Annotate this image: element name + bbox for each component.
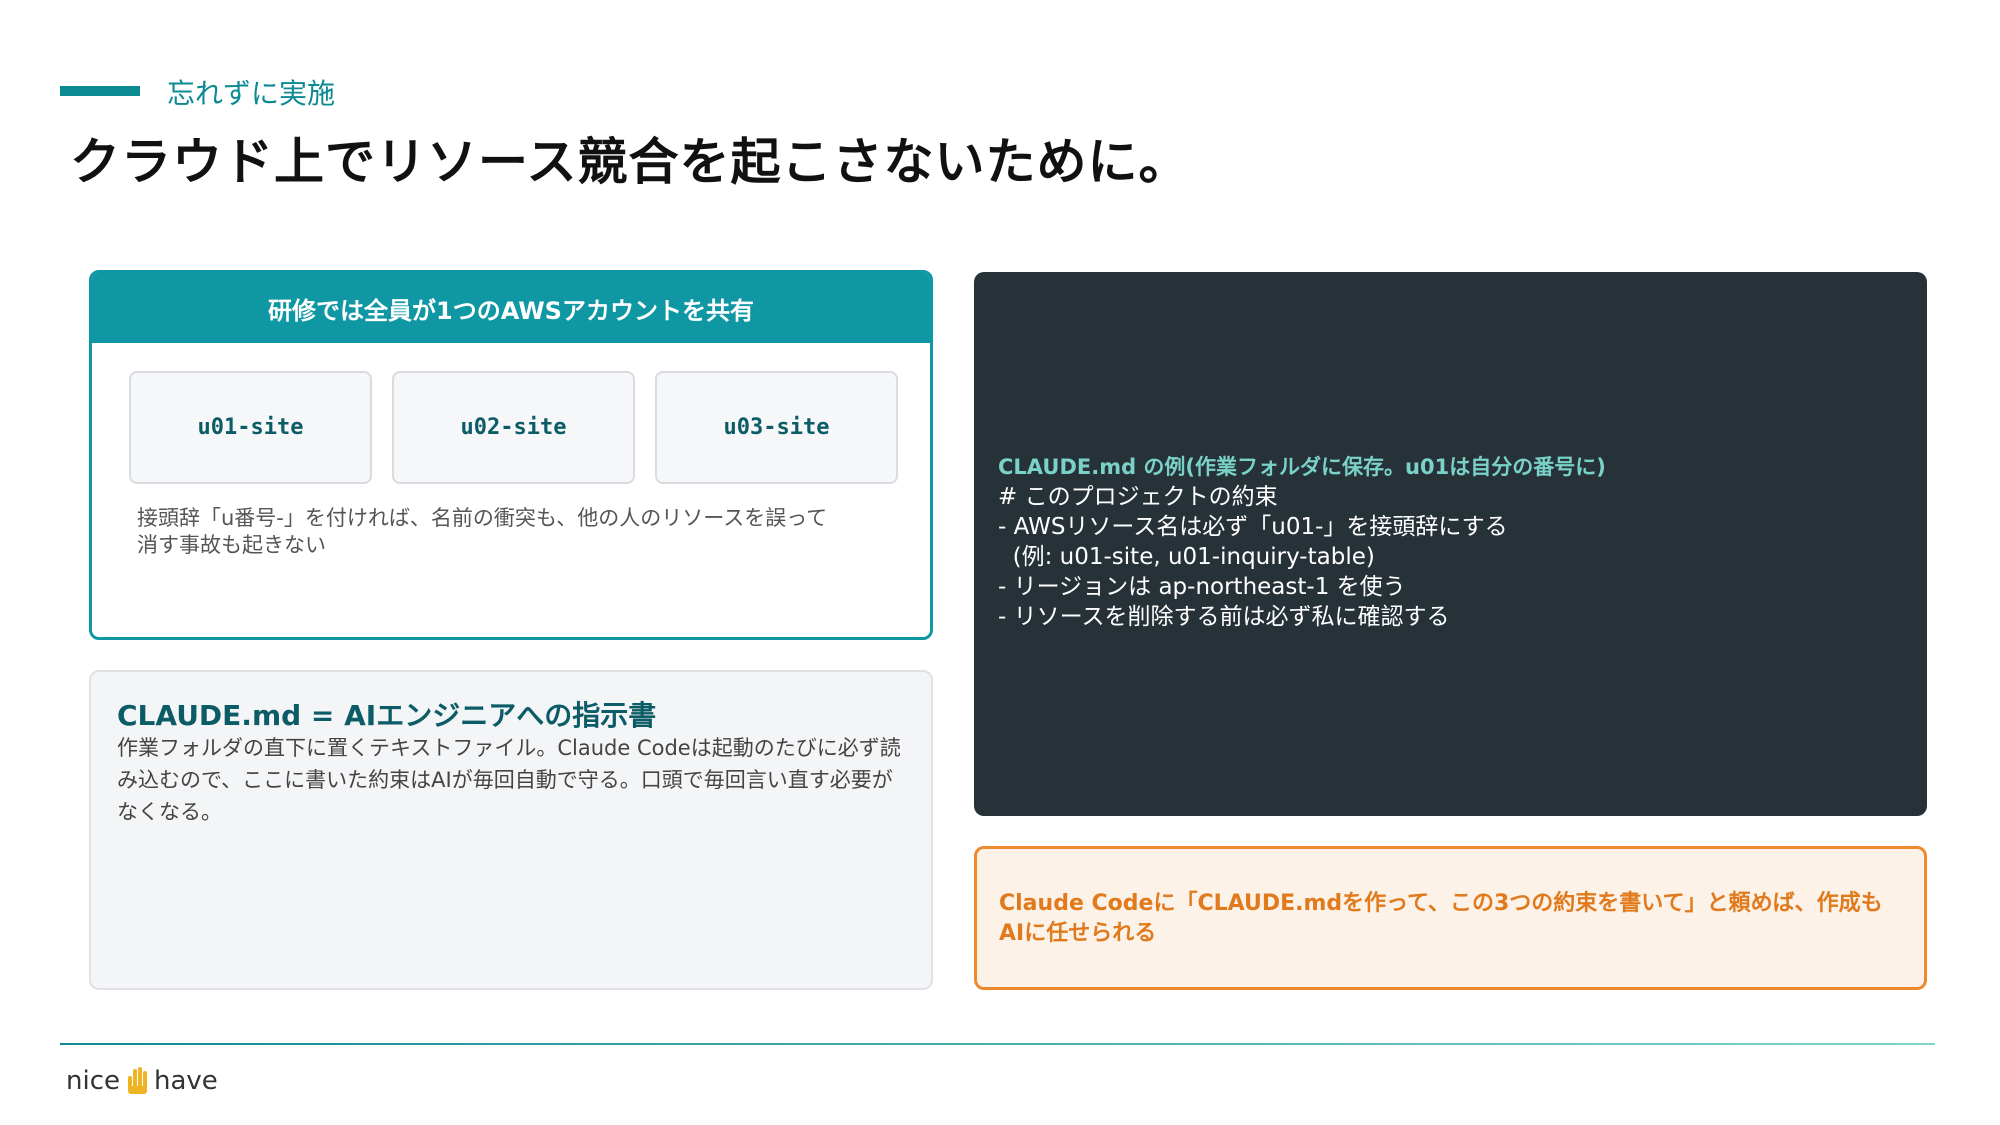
logo-text-nice: nice: [66, 1066, 120, 1096]
kicker-accent-bar: [60, 86, 140, 96]
code-line: (例: u01-site, u01-inquiry-table): [998, 544, 1375, 570]
tip-callout-text: Claude Codeに「CLAUDE.mdを作って、この3つの約束を書いて」と…: [999, 891, 1883, 946]
tip-callout: Claude Codeに「CLAUDE.mdを作って、この3つの約束を書いて」と…: [974, 846, 1927, 990]
brand-logo: nice have: [66, 1066, 218, 1096]
page-title: クラウド上でリソース競合を起こさないために。: [70, 133, 1190, 191]
claude-md-description: 作業フォルダの直下に置くテキストファイル。Claude Codeは起動のたびに必…: [117, 736, 901, 824]
code-block: CLAUDE.md の例(作業フォルダに保存。u01は自分の番号に) # このプ…: [998, 452, 1907, 632]
shared-account-card: 研修では全員が1つのAWSアカウントを共有 u01-site u02-site …: [89, 270, 933, 640]
claude-md-card: CLAUDE.md = AIエンジニアへの指示書 作業フォルダの直下に置くテキス…: [89, 670, 933, 990]
claude-md-title: CLAUDE.md = AIエンジニアへの指示書: [117, 699, 657, 732]
code-caption: CLAUDE.md の例(作業フォルダに保存。u01は自分の番号に): [998, 455, 1606, 479]
code-line: - リソースを削除する前は必ず私に確認する: [998, 604, 1450, 630]
code-line: - リージョンは ap-northeast-1 を使う: [998, 574, 1406, 600]
site-box-u02: u02-site: [392, 371, 635, 484]
logo-text-have: have: [154, 1066, 218, 1096]
code-line: # このプロジェクトの約束: [998, 484, 1278, 510]
section-kicker: 忘れずに実施: [167, 77, 336, 110]
site-box-u01: u01-site: [129, 371, 372, 484]
prefix-note: 接頭辞「u番号-」を付ければ、名前の衝突も、他の人のリソースを誤って消す事故も起…: [137, 506, 828, 557]
shared-account-heading: 研修では全員が1つのAWSアカウントを共有: [92, 273, 930, 343]
code-example-panel: CLAUDE.md の例(作業フォルダに保存。u01は自分の番号に) # このプ…: [974, 272, 1927, 816]
hand-icon: [126, 1066, 148, 1096]
footer-divider: [60, 1043, 1935, 1045]
site-box-u03: u03-site: [655, 371, 898, 484]
code-line: - AWSリソース名は必ず「u01-」を接頭辞にする: [998, 514, 1508, 540]
